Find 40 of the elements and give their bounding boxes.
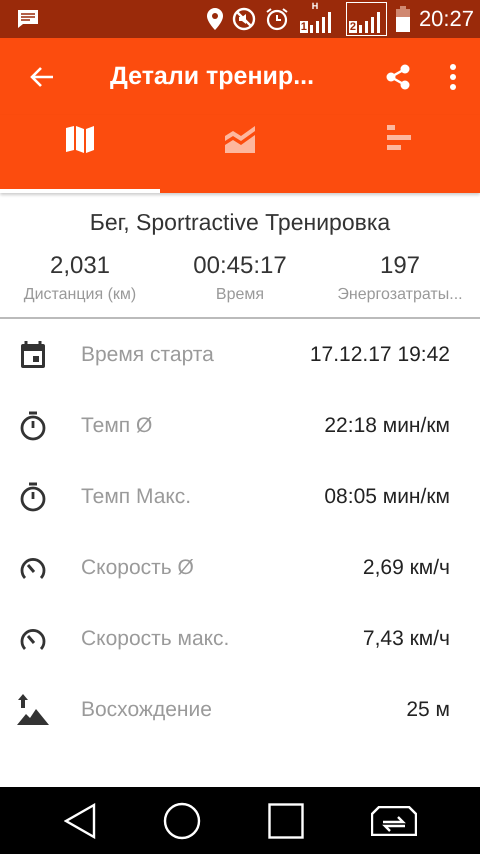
workout-title: Бег, Sportractive Тренировка [88, 209, 392, 236]
sim-switch-icon[interactable] [370, 806, 416, 836]
detail-label: Время старта [81, 342, 215, 366]
stat-value: 197 [380, 252, 420, 280]
stat-label: Дистанция (км) [24, 286, 136, 304]
detail-value: 25 м [406, 698, 450, 722]
detail-label: Скорость Ø [81, 556, 195, 580]
detail-label: Скорость макс. [81, 626, 230, 650]
detail-value: 08:05 мин/км [324, 484, 450, 508]
bar-chart-icon [387, 125, 413, 151]
detail-label: Темп Макс. [81, 484, 192, 508]
stat-label: Энергозатраты... [337, 286, 463, 304]
detail-label: Восхождение [81, 698, 213, 722]
map-icon [65, 125, 95, 153]
recents-icon[interactable] [268, 802, 304, 838]
share-icon[interactable] [384, 62, 412, 90]
more-icon[interactable] [450, 64, 456, 90]
network-type: H [312, 1, 318, 11]
area-chart-icon [224, 125, 256, 153]
back-nav-icon[interactable] [64, 802, 96, 838]
clock: 20:27 [418, 6, 474, 32]
stat-value: 00:45:17 [193, 252, 287, 280]
battery-icon [396, 6, 410, 32]
screen-title: Детали тренир... [110, 62, 316, 91]
home-icon[interactable] [162, 802, 200, 840]
stat-label: Время [216, 286, 264, 304]
sim-label: 1 [300, 21, 308, 33]
detail-value: 2,69 км/ч [362, 556, 450, 580]
detail-value: 7,43 км/ч [362, 626, 450, 650]
detail-value: 22:18 мин/км [324, 414, 450, 438]
detail-label: Темп Ø [81, 414, 154, 438]
location-icon [206, 8, 223, 30]
detail-value: 17.12.17 19:42 [310, 342, 450, 366]
mountain-icon [17, 694, 49, 726]
message-icon [17, 9, 39, 29]
sim-label: 2 [348, 21, 357, 33]
back-icon[interactable] [30, 66, 54, 88]
alarm-icon [264, 7, 289, 31]
mute-icon [232, 7, 256, 31]
stat-value: 2,031 [50, 252, 110, 280]
